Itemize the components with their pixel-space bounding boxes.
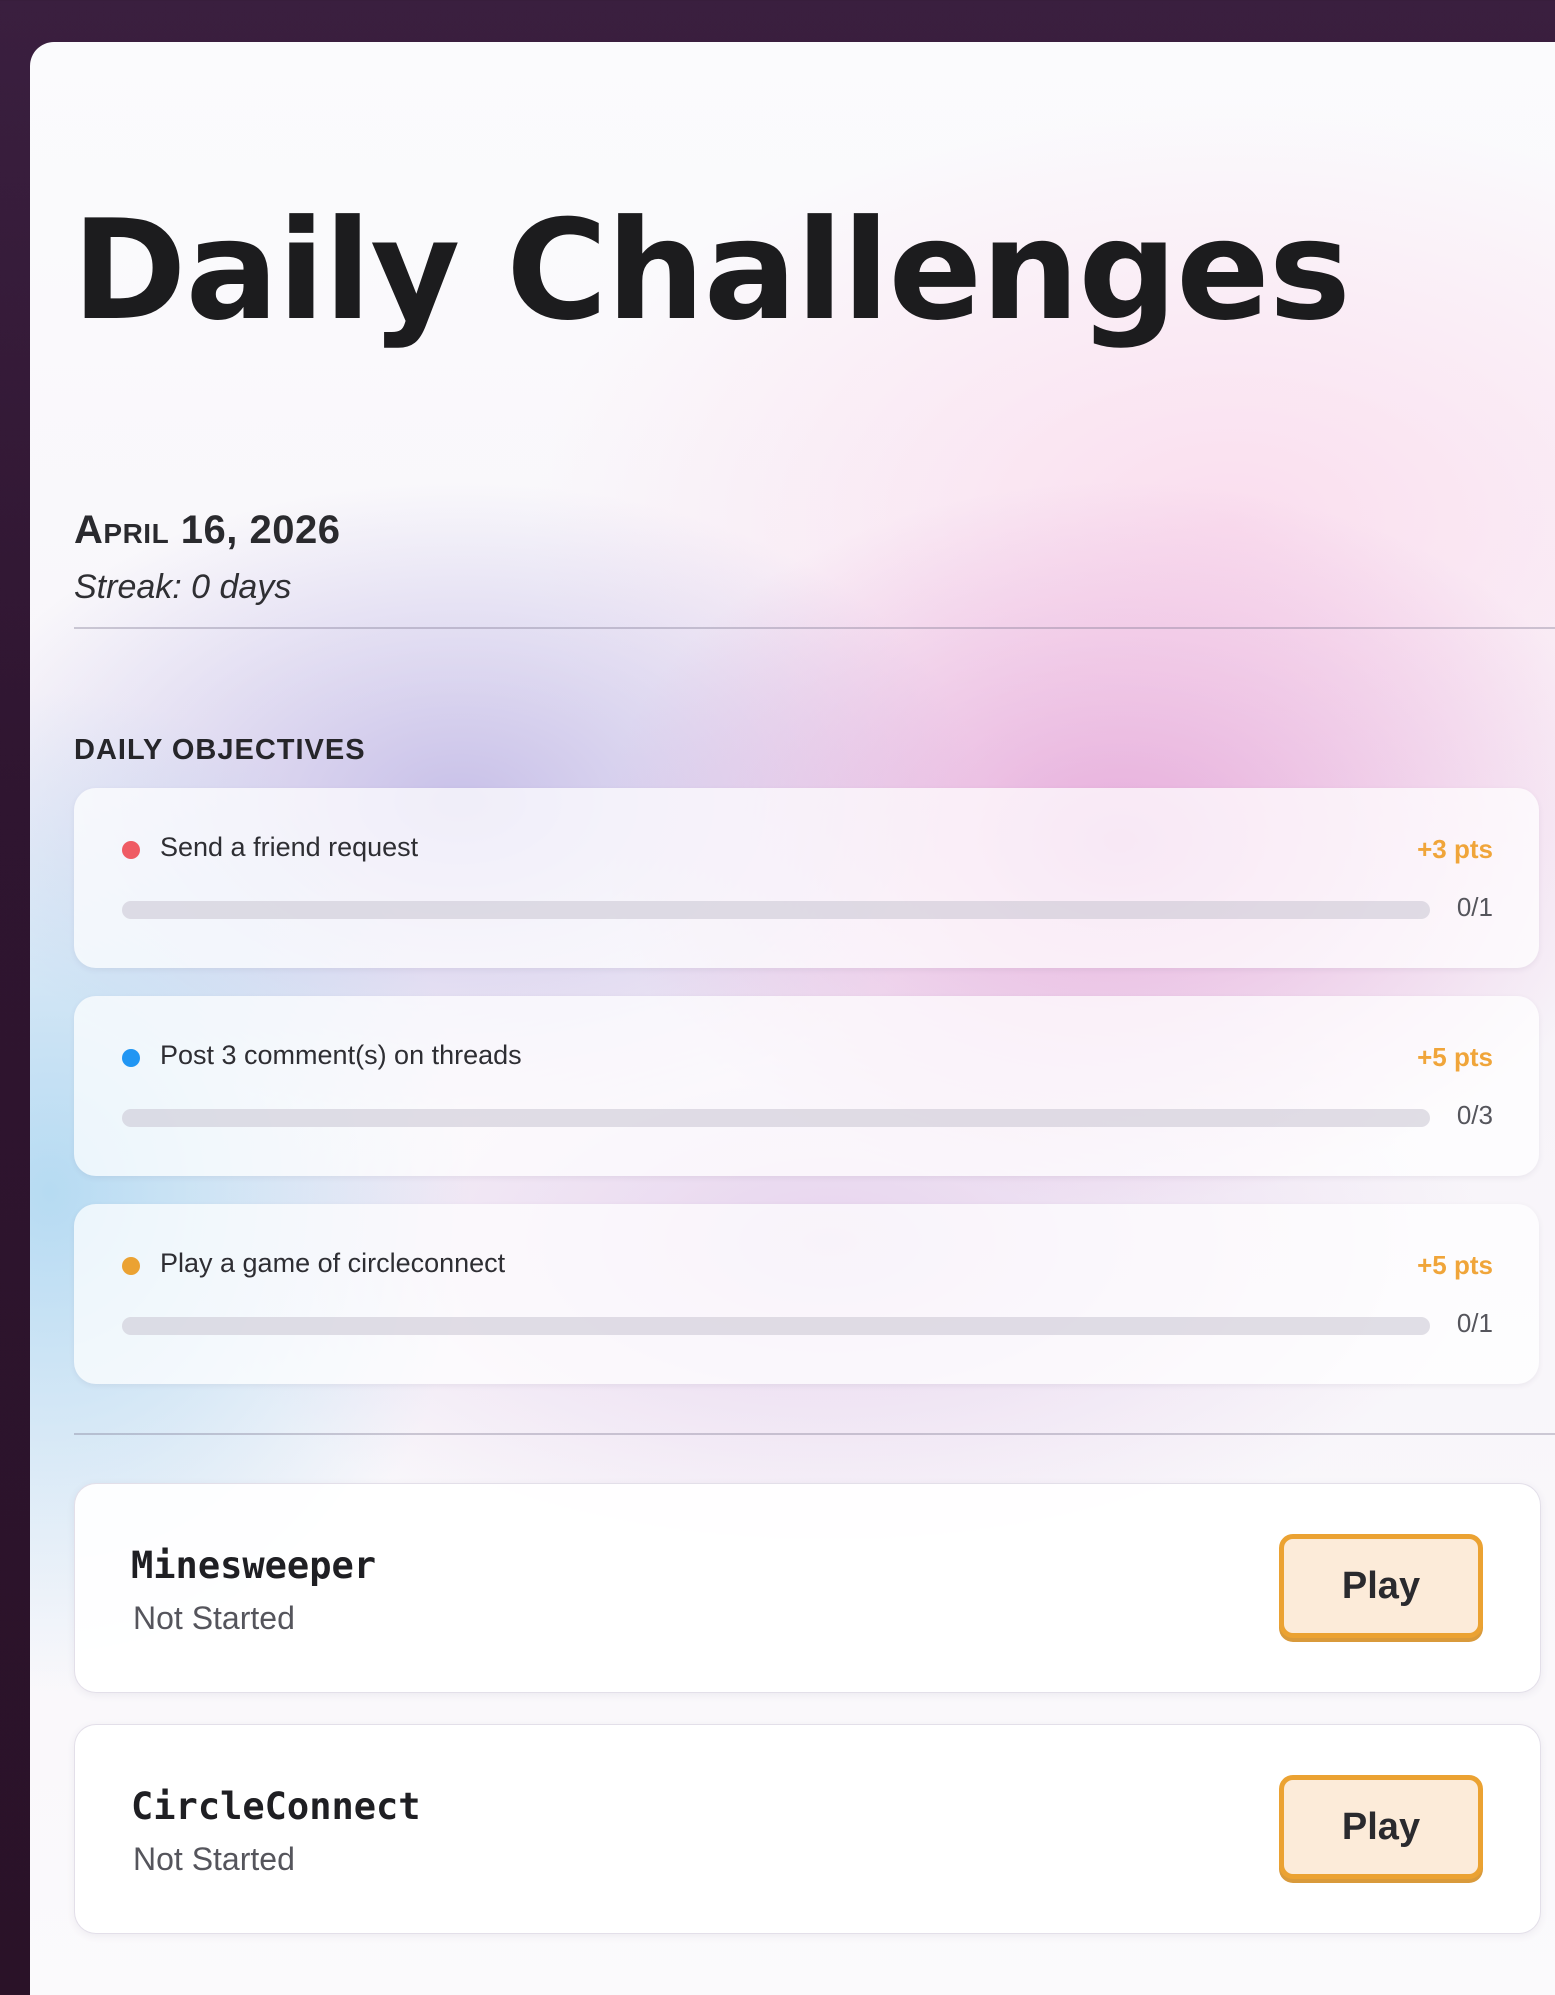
daily-challenges-panel: Daily Challenges April 16, 2026 Streak: … — [30, 42, 1555, 1995]
objective-label: Send a friend request — [160, 832, 419, 862]
objective-progress-text: 0/1 — [1456, 1308, 1493, 1338]
objective-card: Post 3 comment(s) on threads +5 pts 0/3 — [74, 996, 1539, 1176]
status-dot-icon — [122, 1049, 140, 1067]
objective-progress-text: 0/1 — [1456, 892, 1493, 922]
objective-label: Post 3 comment(s) on threads — [160, 1040, 522, 1070]
objective-progress-text: 0/3 — [1456, 1100, 1493, 1130]
page-title: Daily Challenges — [72, 190, 1351, 351]
game-name: Minesweeper — [131, 1544, 377, 1587]
current-date: April 16, 2026 — [74, 508, 341, 552]
section-divider — [74, 627, 1555, 629]
objective-card: Send a friend request +3 pts 0/1 — [74, 788, 1539, 968]
objective-progress-bar — [122, 1109, 1430, 1127]
status-dot-icon — [122, 841, 140, 859]
objective-points: +5 pts — [1417, 1042, 1493, 1072]
game-card-minesweeper: Minesweeper Not Started Play — [74, 1483, 1541, 1693]
objective-progress-bar — [122, 901, 1430, 919]
objective-label: Play a game of circleconnect — [160, 1248, 506, 1278]
game-status: Not Started — [133, 1600, 295, 1636]
objective-progress-bar — [122, 1317, 1430, 1335]
streak-counter: Streak: 0 days — [74, 568, 292, 606]
objective-points: +5 pts — [1417, 1250, 1493, 1280]
status-dot-icon — [122, 1257, 140, 1275]
game-name: CircleConnect — [131, 1785, 421, 1828]
game-status: Not Started — [133, 1841, 295, 1877]
objective-points: +3 pts — [1417, 834, 1493, 864]
game-card-circleconnect: CircleConnect Not Started Play — [74, 1724, 1541, 1934]
play-button[interactable]: Play — [1279, 1534, 1483, 1638]
section-divider — [74, 1433, 1555, 1435]
objective-card: Play a game of circleconnect +5 pts 0/1 — [74, 1204, 1539, 1384]
play-button[interactable]: Play — [1279, 1775, 1483, 1879]
objectives-heading: DAILY OBJECTIVES — [74, 734, 366, 766]
